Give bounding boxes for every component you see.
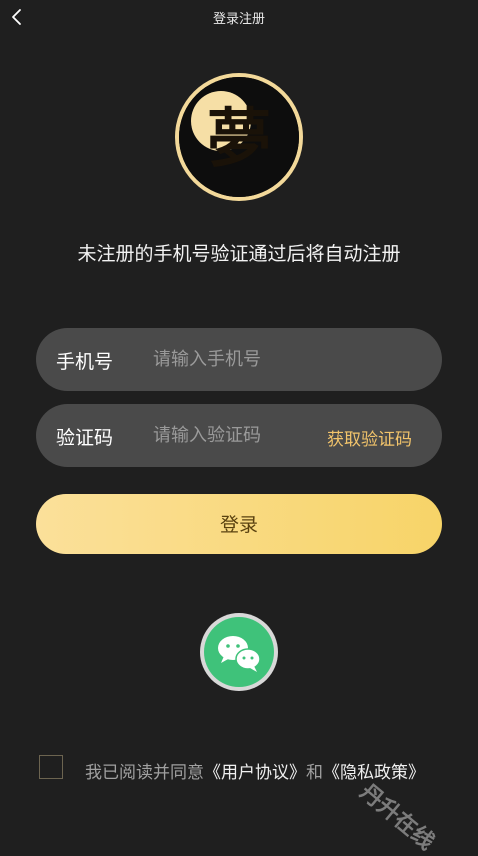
watermark: 丹升在线 [355, 779, 439, 856]
phone-field: 手机号 [36, 328, 442, 391]
user-agreement-link[interactable]: 《用户协议》 [204, 763, 306, 783]
agreement-prefix: 我已阅读并同意 [85, 763, 204, 783]
logo-glyph: 夢 [207, 102, 271, 177]
register-hint: 未注册的手机号验证通过后将自动注册 [77, 243, 401, 265]
get-code-button[interactable]: 获取验证码 [327, 425, 412, 450]
agreement-row: 我已阅读并同意《用户协议》和《隐私政策》 [39, 755, 459, 783]
login-button[interactable]: 登录 [36, 494, 442, 554]
wechat-login-button[interactable] [200, 613, 278, 691]
code-input[interactable] [153, 418, 323, 452]
code-field: 验证码 获取验证码 [36, 404, 442, 467]
wechat-icon [204, 617, 274, 687]
page-title: 登录注册 [212, 12, 265, 27]
code-label: 验证码 [56, 427, 114, 449]
phone-input[interactable] [153, 342, 323, 376]
agreement-conjunction: 和 [306, 763, 323, 783]
app-logo: 夢 [175, 73, 303, 201]
phone-label: 手机号 [56, 351, 114, 373]
top-bar: 登录注册 [0, 0, 478, 34]
agreement-checkbox[interactable] [39, 755, 63, 779]
